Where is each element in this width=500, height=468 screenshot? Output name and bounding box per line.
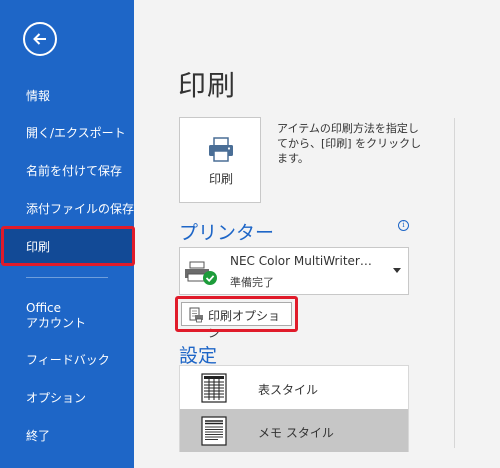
printer-dropdown[interactable]: NEC Color MultiWriter… 準備完了: [179, 247, 409, 295]
printer-name: NEC Color MultiWriter…: [230, 254, 372, 268]
memo-style-icon: [201, 416, 227, 446]
printer-icon: [209, 137, 233, 162]
print-button[interactable]: 印刷: [179, 117, 261, 203]
nav-item-options[interactable]: オプション: [0, 380, 134, 414]
table-style-icon: [201, 373, 227, 403]
vertical-divider: [454, 118, 455, 448]
print-description: アイテムの印刷方法を指定してから、[印刷] をクリックします。: [277, 122, 422, 165]
style-item-label: 表スタイル: [258, 383, 319, 397]
page-title: 印刷: [178, 69, 237, 102]
arrow-left-icon: [33, 33, 46, 45]
style-item-table[interactable]: 表スタイル: [180, 366, 408, 409]
nav-item-office-account[interactable]: Office アカウント: [0, 296, 134, 336]
back-button[interactable]: [23, 22, 57, 56]
nav-divider: [26, 277, 108, 278]
chevron-down-icon: [393, 268, 401, 273]
style-item-label: メモ スタイル: [258, 426, 334, 440]
highlight-box-print-options: [175, 296, 298, 332]
info-icon[interactable]: i: [398, 220, 409, 231]
print-button-label: 印刷: [208, 172, 233, 186]
nav-item-info[interactable]: 情報: [0, 78, 134, 112]
nav-item-feedback[interactable]: フィードバック: [0, 342, 134, 376]
nav-item-save-attachments[interactable]: 添付ファイルの保存: [0, 191, 134, 225]
highlight-box-print-nav: [1, 226, 135, 266]
print-style-list: 表スタイル メモ スタイル: [179, 365, 409, 452]
nav-item-open-export[interactable]: 開く/エクスポート: [0, 115, 134, 149]
printer-ready-icon: [185, 261, 217, 285]
nav-item-save-as[interactable]: 名前を付けて保存: [0, 153, 134, 187]
printer-status: 準備完了: [230, 276, 274, 289]
printer-section-title: プリンター: [179, 222, 275, 244]
settings-section-title: 設定: [179, 345, 218, 367]
nav-item-exit[interactable]: 終了: [0, 418, 134, 452]
style-item-memo[interactable]: メモ スタイル: [180, 409, 408, 452]
